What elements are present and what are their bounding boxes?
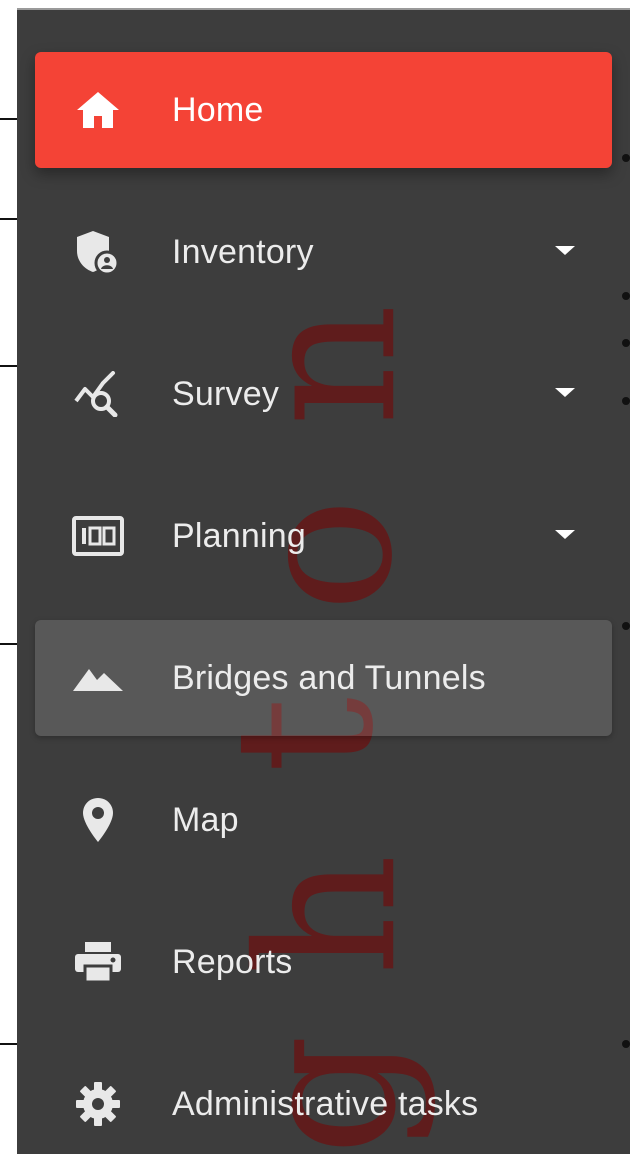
- edge-dot: [622, 1040, 630, 1048]
- mountains-icon: [71, 654, 125, 702]
- edge-line: [0, 1043, 17, 1045]
- menu-item-label: Reports: [172, 943, 293, 981]
- edge-line: [0, 643, 17, 645]
- menu-item-label: Survey: [172, 375, 280, 413]
- menu-item-administrative-tasks[interactable]: Administrative tasks: [35, 1046, 612, 1154]
- edge-line: [0, 365, 17, 367]
- menu-item-label: Bridges and Tunnels: [172, 659, 486, 697]
- printer-icon: [71, 938, 125, 986]
- menu-item-map[interactable]: Map: [35, 762, 612, 878]
- chart-search-icon: [71, 370, 125, 418]
- chevron-down-icon[interactable]: [555, 530, 575, 539]
- menu-item-inventory[interactable]: Inventory: [35, 194, 612, 310]
- edge-dot: [622, 397, 630, 405]
- menu-item-label: Inventory: [172, 233, 314, 271]
- navigation-drawer: n o t h g Home Inventory Survey Planning…: [17, 10, 630, 1154]
- shield-user-icon: [71, 228, 125, 276]
- menu-item-label: Map: [172, 801, 239, 839]
- edge-dot: [622, 292, 630, 300]
- edge-line: [0, 118, 17, 120]
- map-marker-icon: [71, 796, 125, 844]
- edge-line: [0, 218, 17, 220]
- chevron-down-icon[interactable]: [555, 388, 575, 397]
- edge-dot: [622, 339, 630, 347]
- menu-item-home[interactable]: Home: [35, 52, 612, 168]
- gear-icon: [71, 1080, 125, 1128]
- page: n o t h g Home Inventory Survey Planning…: [0, 0, 630, 1154]
- menu-item-survey[interactable]: Survey: [35, 336, 612, 452]
- menu-item-label: Administrative tasks: [172, 1085, 479, 1123]
- menu-item-label: Home: [172, 91, 264, 129]
- home-icon: [71, 86, 125, 134]
- menu-item-planning[interactable]: Planning: [35, 478, 612, 594]
- menu-item-reports[interactable]: Reports: [35, 904, 612, 1020]
- counter-100-icon: [71, 512, 125, 560]
- chevron-down-icon[interactable]: [555, 246, 575, 255]
- edge-dot: [622, 154, 630, 162]
- menu-item-label: Planning: [172, 517, 306, 555]
- edge-dot: [622, 622, 630, 630]
- menu-item-bridges-and-tunnels[interactable]: Bridges and Tunnels: [35, 620, 612, 736]
